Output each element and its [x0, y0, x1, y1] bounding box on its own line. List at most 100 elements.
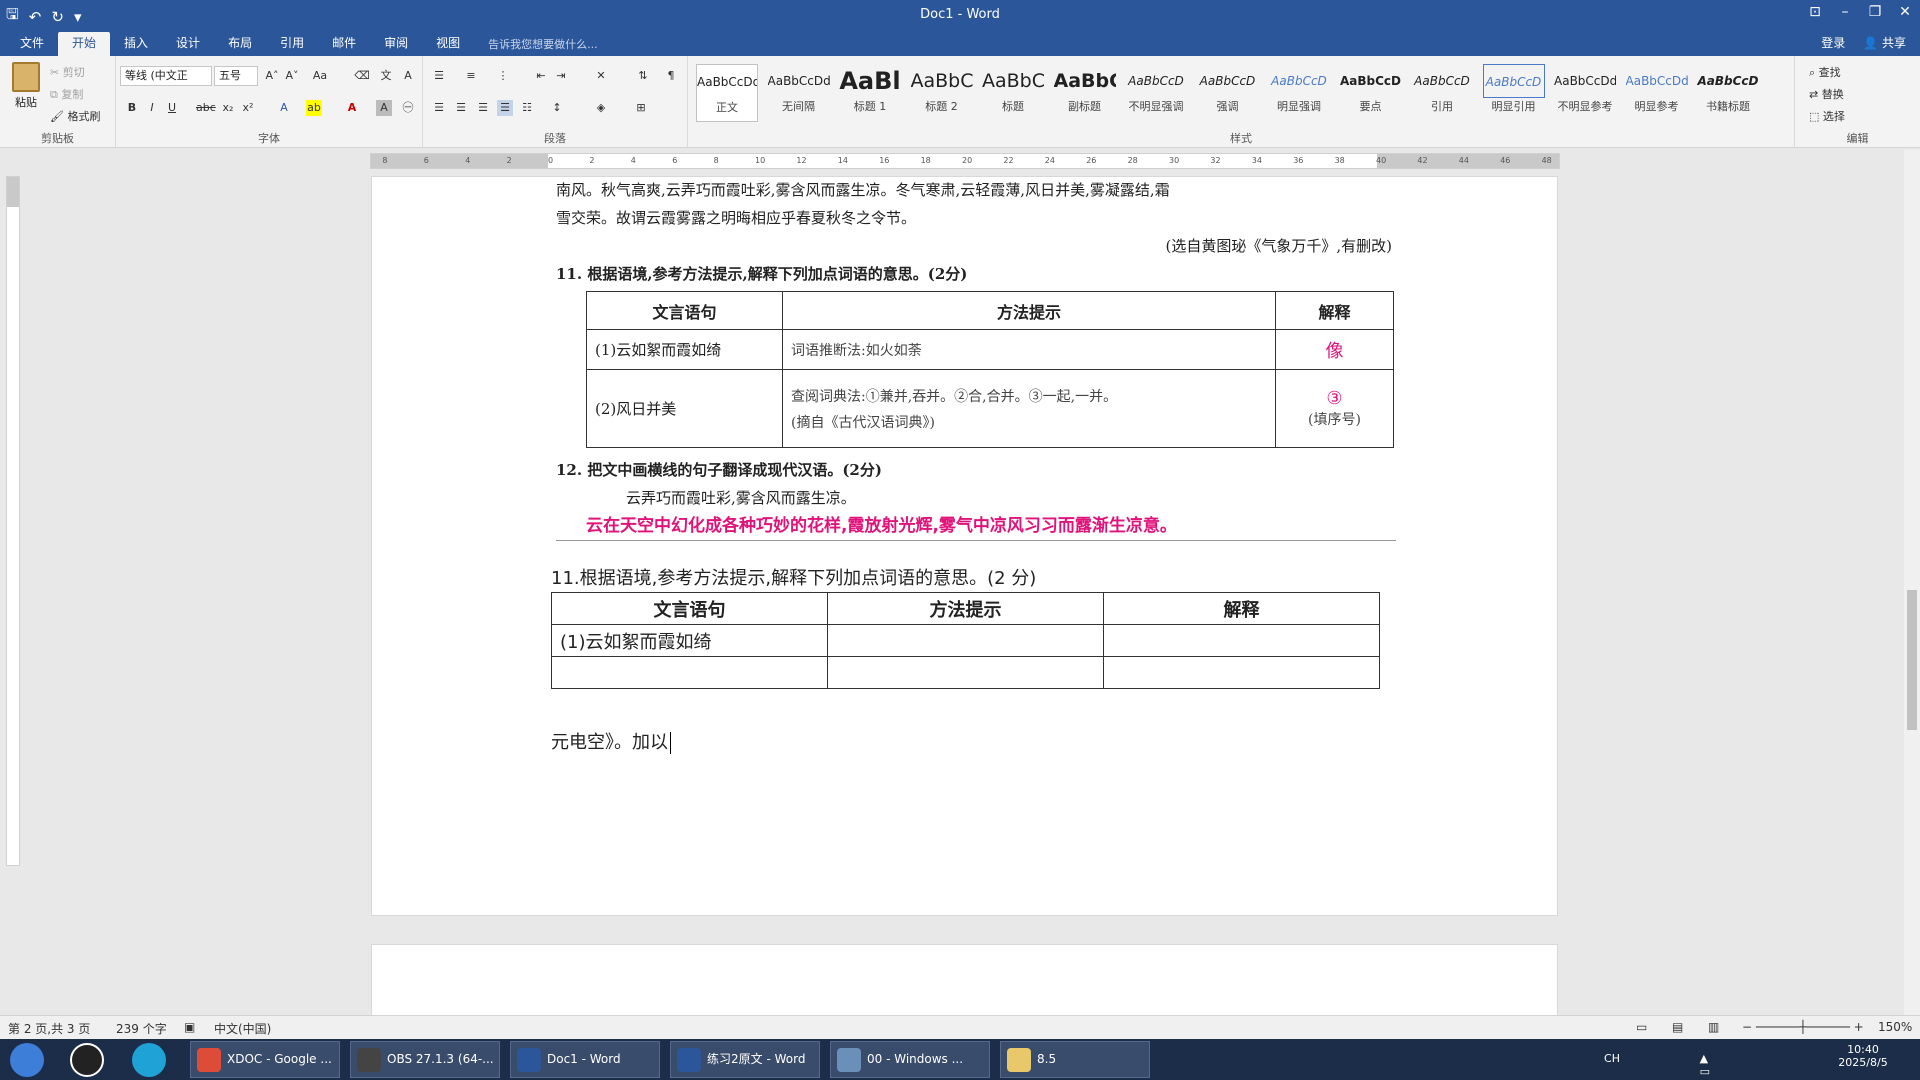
show-marks-icon[interactable]: ¶	[663, 68, 679, 84]
read-mode-icon[interactable]: ▭	[1636, 1020, 1647, 1034]
tab-3[interactable]: 设计	[162, 32, 214, 56]
minimize-button[interactable]: –	[1830, 0, 1860, 26]
multilevel-list-icon[interactable]: ⋮	[495, 68, 511, 84]
grow-font-icon[interactable]: A˄	[264, 68, 280, 84]
zoom-level[interactable]: 150%	[1878, 1020, 1912, 1034]
character-border-icon[interactable]: A	[400, 68, 416, 84]
ribbon-display-options-icon[interactable]: ⊡	[1800, 0, 1830, 26]
pasted-scan-image[interactable]: 南风。秋气高爽,云弄巧而霞吐彩,雾含风而露生凉。冬气寒肃,云轻霞薄,风日并美,雾…	[556, 176, 1396, 288]
proofing-icon[interactable]: ▣	[184, 1020, 195, 1034]
highlight-icon[interactable]: ab	[306, 100, 322, 116]
change-case-icon[interactable]: Aa	[312, 68, 328, 84]
taskbar-app-button[interactable]: 练习2原文 - Word	[670, 1041, 820, 1078]
table-cell[interactable]	[1103, 624, 1380, 657]
tray-icons[interactable]: ▲ ▭ ◉ ◎ ♪	[1700, 1052, 1710, 1080]
tab-4[interactable]: 布局	[214, 32, 266, 56]
character-shading-icon[interactable]: A	[376, 100, 392, 116]
italic-icon[interactable]: I	[144, 100, 160, 116]
style-item[interactable]: AaBbC 副标题	[1054, 64, 1116, 122]
style-item[interactable]: AaBbCcDd 明显参考	[1626, 64, 1688, 122]
word-count[interactable]: 239 个字	[116, 1020, 167, 1037]
close-button[interactable]: ✕	[1890, 0, 1920, 26]
taskbar-app-button[interactable]: 00 - Windows ...	[830, 1041, 990, 1078]
distributed-icon[interactable]: ☷	[519, 100, 535, 116]
taskbar-app-button[interactable]: OBS 27.1.3 (64-...	[350, 1041, 500, 1078]
horizontal-ruler[interactable]: 8 6 4 2 0 2 4 6 8 10 12 14 16 18 20 22 24 26 28 30 32 34 36 38 4…	[370, 153, 1560, 169]
copy-button[interactable]: ⧉ 复制	[50, 86, 83, 102]
table-header[interactable]: 方法提示	[827, 592, 1104, 625]
table-cell[interactable]	[827, 656, 1104, 689]
font-size-combo[interactable]: 五号	[214, 66, 258, 86]
edge-icon[interactable]	[132, 1043, 166, 1077]
clear-formatting-icon[interactable]: ⌫	[354, 68, 370, 84]
start-button[interactable]	[10, 1043, 44, 1077]
replace-button[interactable]: ⇄ 替换	[1809, 86, 1844, 102]
align-center-icon[interactable]: ☰	[453, 100, 469, 116]
shading-icon[interactable]: ◈	[593, 100, 609, 116]
ime-indicator[interactable]: CH	[1604, 1052, 1620, 1065]
subscript-icon[interactable]: x₂	[220, 100, 236, 116]
style-item[interactable]: AaBbCcD 明显引用	[1482, 64, 1545, 122]
style-item[interactable]: AaBbCcD 强调	[1197, 64, 1259, 122]
table-header[interactable]: 解释	[1103, 592, 1380, 625]
cut-button[interactable]: ✂ 剪切	[50, 64, 85, 80]
find-button[interactable]: ⌕ 查找	[1809, 64, 1841, 80]
tab-6[interactable]: 邮件	[318, 32, 370, 56]
clock[interactable]: 10:40 2025/8/5	[1828, 1043, 1898, 1069]
font-name-combo[interactable]: 等线 (中文正	[120, 66, 212, 86]
enclose-characters-icon[interactable]: ㊀	[400, 100, 416, 116]
text-effects-icon[interactable]: A	[276, 100, 292, 116]
style-item[interactable]: AaBbCcDd 不明显参考	[1554, 64, 1616, 122]
align-left-icon[interactable]: ☰	[431, 100, 447, 116]
superscript-icon[interactable]: x²	[240, 100, 256, 116]
tab-5[interactable]: 引用	[266, 32, 318, 56]
style-item[interactable]: AaBbCcD 明显强调	[1268, 64, 1330, 122]
style-item[interactable]: AaBbCcD 书籍标题	[1697, 64, 1759, 122]
style-item[interactable]: AaBbC 标题	[982, 64, 1044, 122]
page-count[interactable]: 第 2 页,共 3 页	[8, 1020, 90, 1037]
borders-icon[interactable]: ⊞	[633, 100, 649, 116]
qq-icon[interactable]	[70, 1043, 104, 1077]
scrollbar-thumb[interactable]	[1907, 590, 1917, 730]
style-item[interactable]: AaBbCcDd 无间隔	[768, 64, 830, 122]
increase-indent-icon[interactable]: ⇥	[553, 68, 569, 84]
style-item[interactable]: AaBl 标题 1	[839, 64, 901, 122]
table-cell[interactable]: (1)云如絮而霞如绮	[551, 624, 828, 657]
tab-0[interactable]: 文件	[6, 32, 58, 56]
taskbar-app-button[interactable]: XDOC - Google ...	[190, 1041, 340, 1078]
sort-icon[interactable]: ⇅	[635, 68, 651, 84]
decrease-indent-icon[interactable]: ⇤	[533, 68, 549, 84]
vertical-scrollbar[interactable]	[1904, 150, 1920, 1015]
tab-1[interactable]: 开始	[58, 32, 111, 56]
underline-icon[interactable]: U	[164, 100, 180, 116]
typed-table[interactable]: 文言语句 方法提示 解释 (1)云如絮而霞如绮	[551, 592, 1380, 689]
chinese-layout-icon[interactable]: ✕	[593, 68, 609, 84]
select-button[interactable]: ⬚ 选择	[1809, 108, 1845, 124]
bold-icon[interactable]: B	[124, 100, 140, 116]
style-item[interactable]: AaBbCcD 引用	[1411, 64, 1473, 122]
print-layout-icon[interactable]: ▤	[1672, 1020, 1683, 1034]
language-indicator[interactable]: 中文(中国)	[214, 1020, 271, 1037]
style-item[interactable]: AaBbCcD 不明显强调	[1125, 64, 1187, 122]
taskbar-app-button[interactable]: 8.5	[1000, 1041, 1150, 1078]
align-right-icon[interactable]: ☰	[475, 100, 491, 116]
font-color-icon[interactable]: A	[344, 100, 360, 116]
shrink-font-icon[interactable]: A˅	[284, 68, 300, 84]
line-spacing-icon[interactable]: ↕	[549, 100, 565, 116]
numbering-icon[interactable]: ≡	[463, 68, 479, 84]
table-cell[interactable]	[1103, 656, 1380, 689]
table-cell[interactable]	[551, 656, 828, 689]
restore-button[interactable]: ❐	[1860, 0, 1890, 26]
document-next-page[interactable]	[371, 944, 1558, 1024]
zoom-slider[interactable]: − ──────┼────── +	[1742, 1020, 1864, 1034]
bullets-icon[interactable]: ☰	[431, 68, 447, 84]
taskbar-app-button[interactable]: Doc1 - Word	[510, 1041, 660, 1078]
tab-7[interactable]: 审阅	[370, 32, 422, 56]
web-layout-icon[interactable]: ▥	[1708, 1020, 1719, 1034]
paste-button[interactable]: 粘贴	[8, 62, 44, 122]
vertical-ruler[interactable]	[6, 176, 20, 866]
phonetic-guide-icon[interactable]: 文	[378, 68, 394, 84]
signin-link[interactable]: 登录	[1821, 34, 1845, 51]
typed-paragraph[interactable]: 元电空》。加以	[551, 728, 671, 754]
tab-8[interactable]: 视图	[422, 32, 474, 56]
